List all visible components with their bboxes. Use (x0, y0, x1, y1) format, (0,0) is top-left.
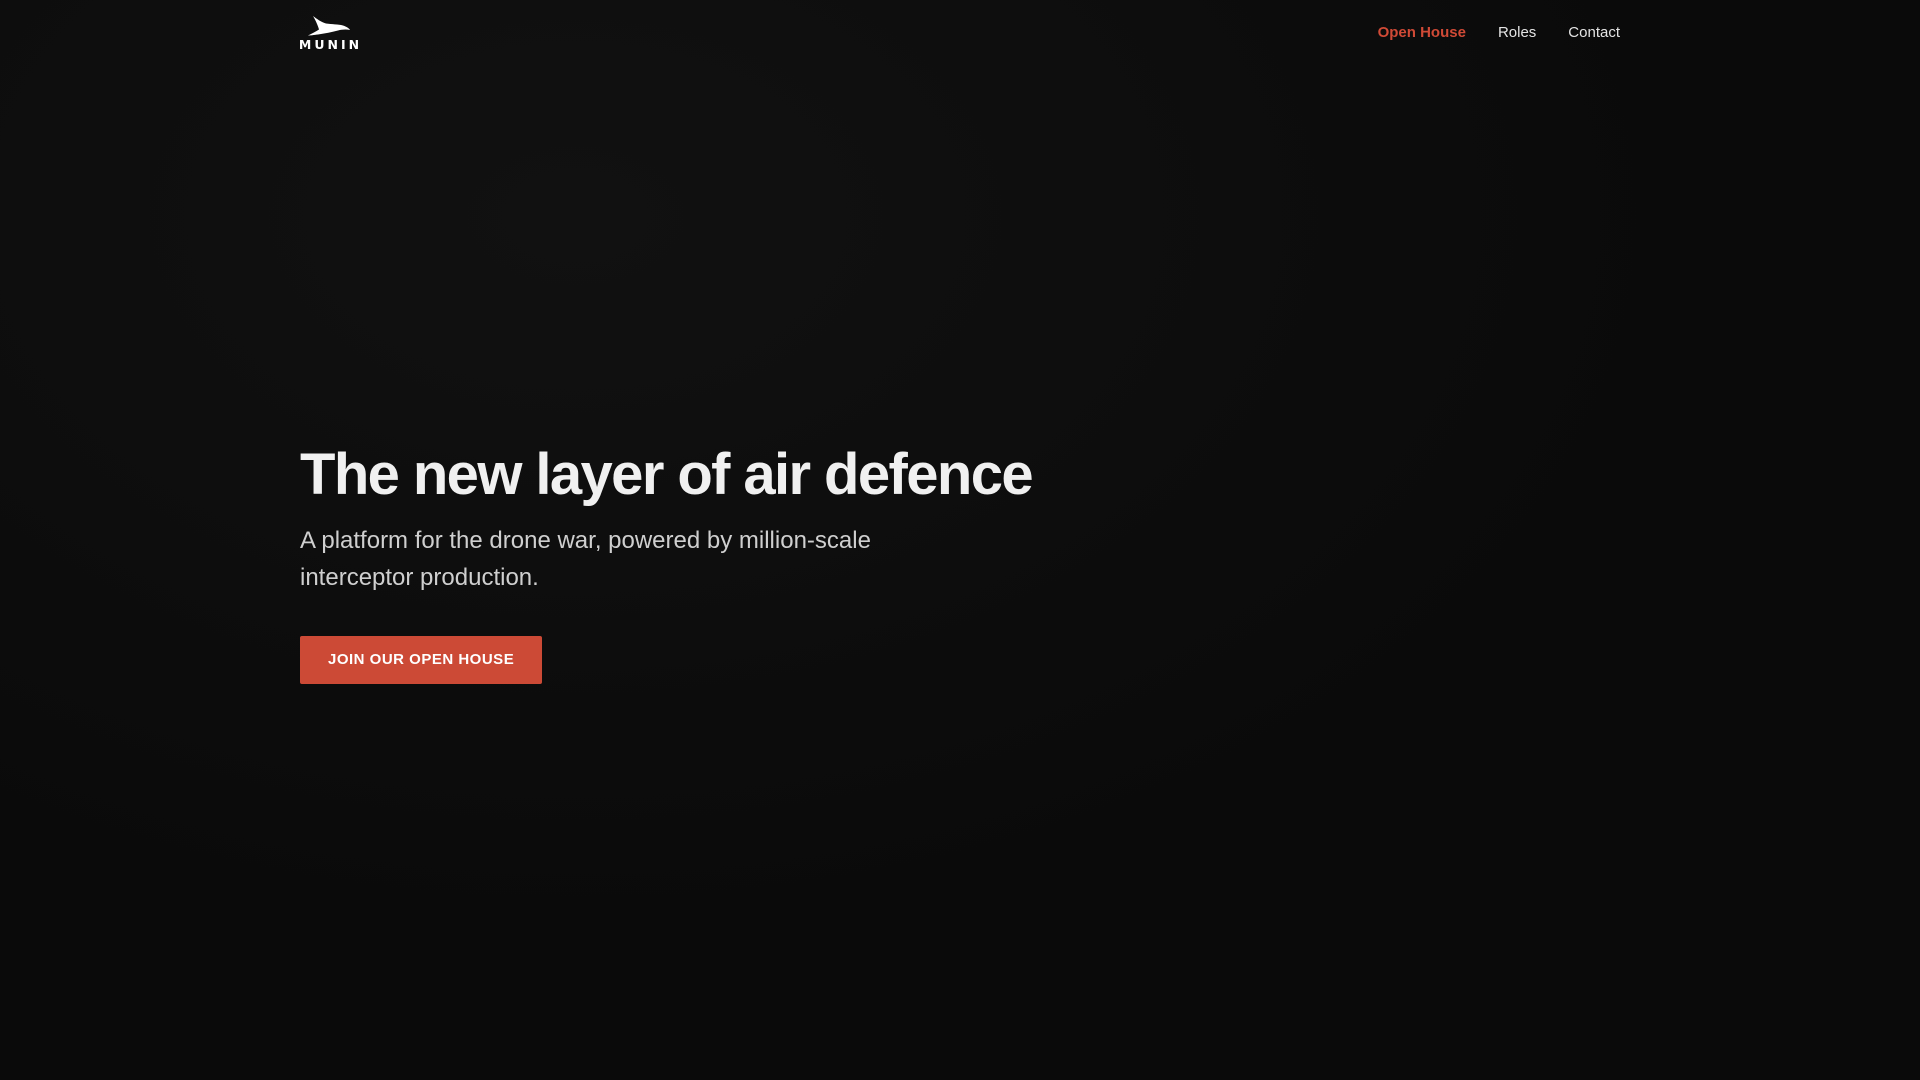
raven-icon (308, 15, 350, 35)
hero-section: The new layer of air defence A platform … (300, 440, 1300, 684)
nav-link-open-house[interactable]: Open House (1378, 24, 1466, 41)
hero-title: The new layer of air defence (300, 442, 1034, 507)
top-navbar: MUNIN Open House Roles Contact (299, 0, 1620, 64)
brand-logo-link[interactable]: MUNIN (299, 15, 359, 52)
nav-link-roles[interactable]: Roles (1498, 24, 1536, 41)
nav-link-contact[interactable]: Contact (1568, 24, 1620, 41)
main-nav: Open House Roles Contact (1378, 24, 1620, 41)
join-open-house-button[interactable]: JOIN OUR OPEN HOUSE (300, 636, 543, 684)
brand-name: MUNIN (298, 36, 363, 52)
hero-subtitle: A platform for the drone war, powered by… (300, 527, 871, 591)
page: MUNIN Open House Roles Contact The new l… (0, 0, 1920, 1080)
